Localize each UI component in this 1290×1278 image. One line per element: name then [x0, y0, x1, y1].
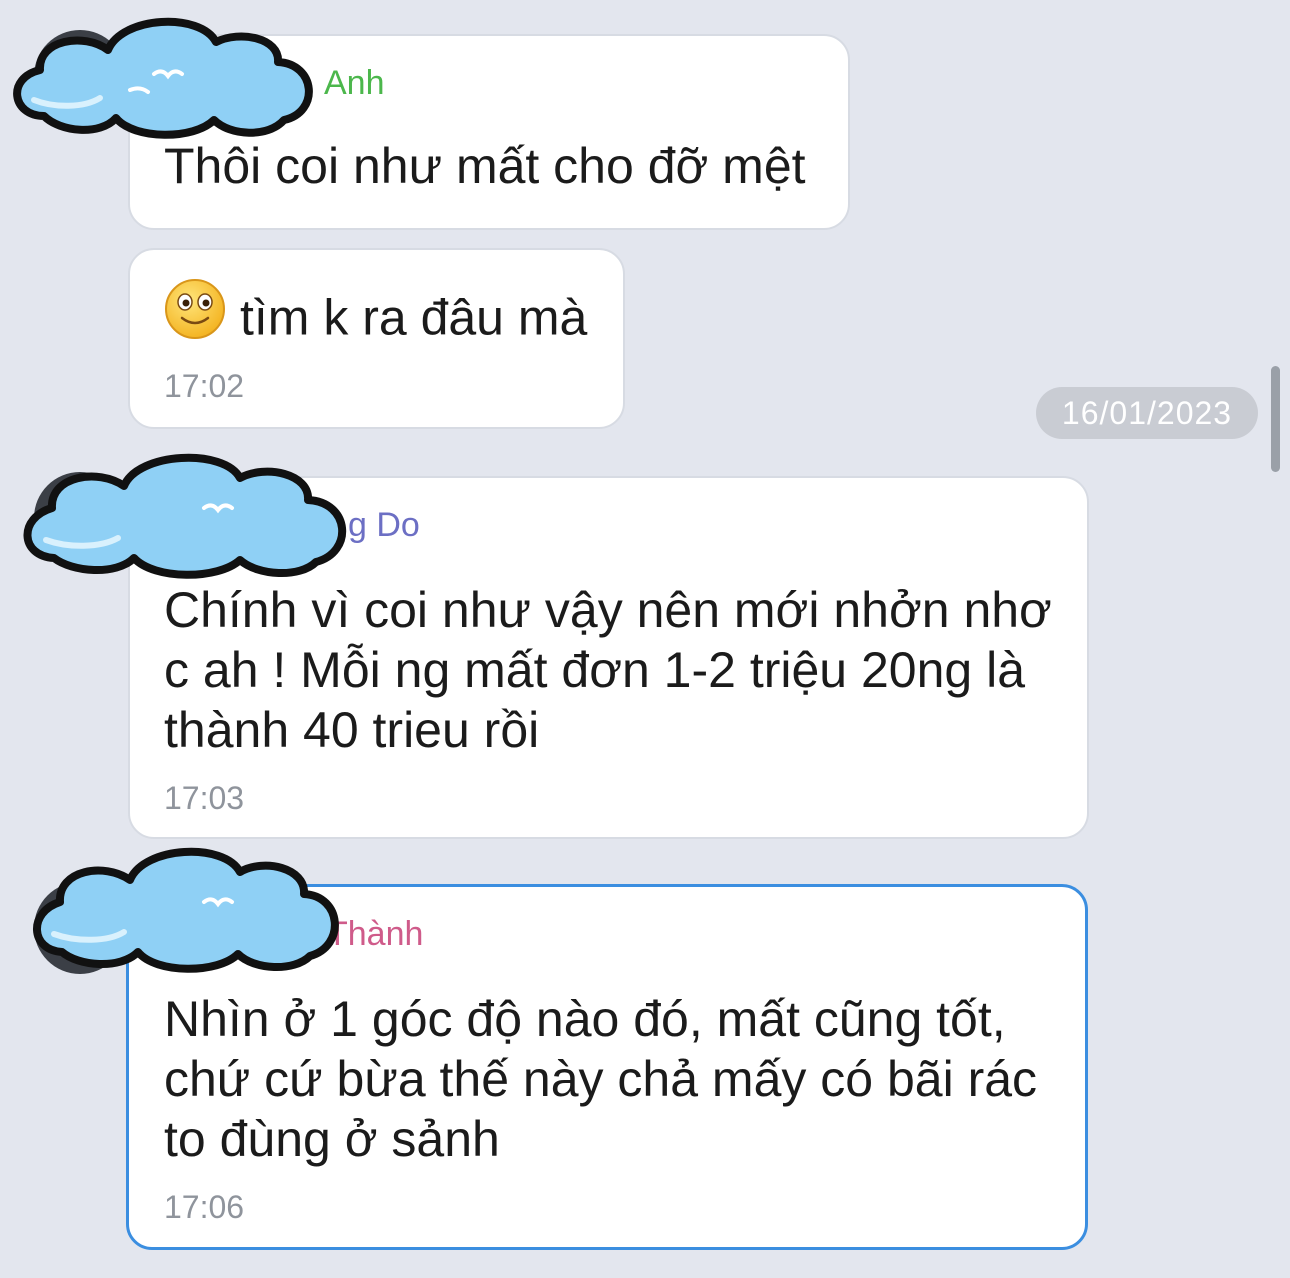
cloud-sticker-icon: [33, 847, 339, 973]
message-text: Thôi coi như mất cho đỡ mệt: [164, 138, 806, 194]
message-text-line: c ah ! Mỗi ng mất đơn 1-2 triệu 20ng là: [164, 642, 1026, 698]
message-text-line: Chính vì coi như vậy nên mới nhởn nhơ: [164, 582, 1052, 638]
message-time: 17:02: [164, 368, 245, 404]
message-text-line: Nhìn ở 1 góc độ nào đó, mất cũng tốt,: [164, 991, 1006, 1047]
scrollbar[interactable]: [1271, 366, 1280, 472]
message-time: 17:03: [164, 780, 245, 816]
sender-name: Anh: [324, 64, 385, 102]
message-text-line: thành 40 trieu rồi: [164, 702, 540, 758]
message-text-content: tìm k ra đâu mà: [240, 289, 588, 346]
date-separator: 16/01/2023: [1036, 387, 1258, 439]
slightly-smiling-face-icon: [164, 278, 226, 353]
message-bubble[interactable]: tìm k ra đâu mà 17:02: [128, 248, 625, 429]
cloud-sticker-icon: [23, 453, 346, 579]
message-text-line: to đùng ở sảnh: [164, 1111, 500, 1167]
cloud-sticker-icon: [13, 17, 313, 139]
message-text-line: chứ cứ bừa thế này chả mấy có bãi rác: [164, 1051, 1038, 1107]
message-text: tìm k ra đâu mà: [164, 279, 588, 359]
message-time: 17:06: [164, 1189, 245, 1225]
